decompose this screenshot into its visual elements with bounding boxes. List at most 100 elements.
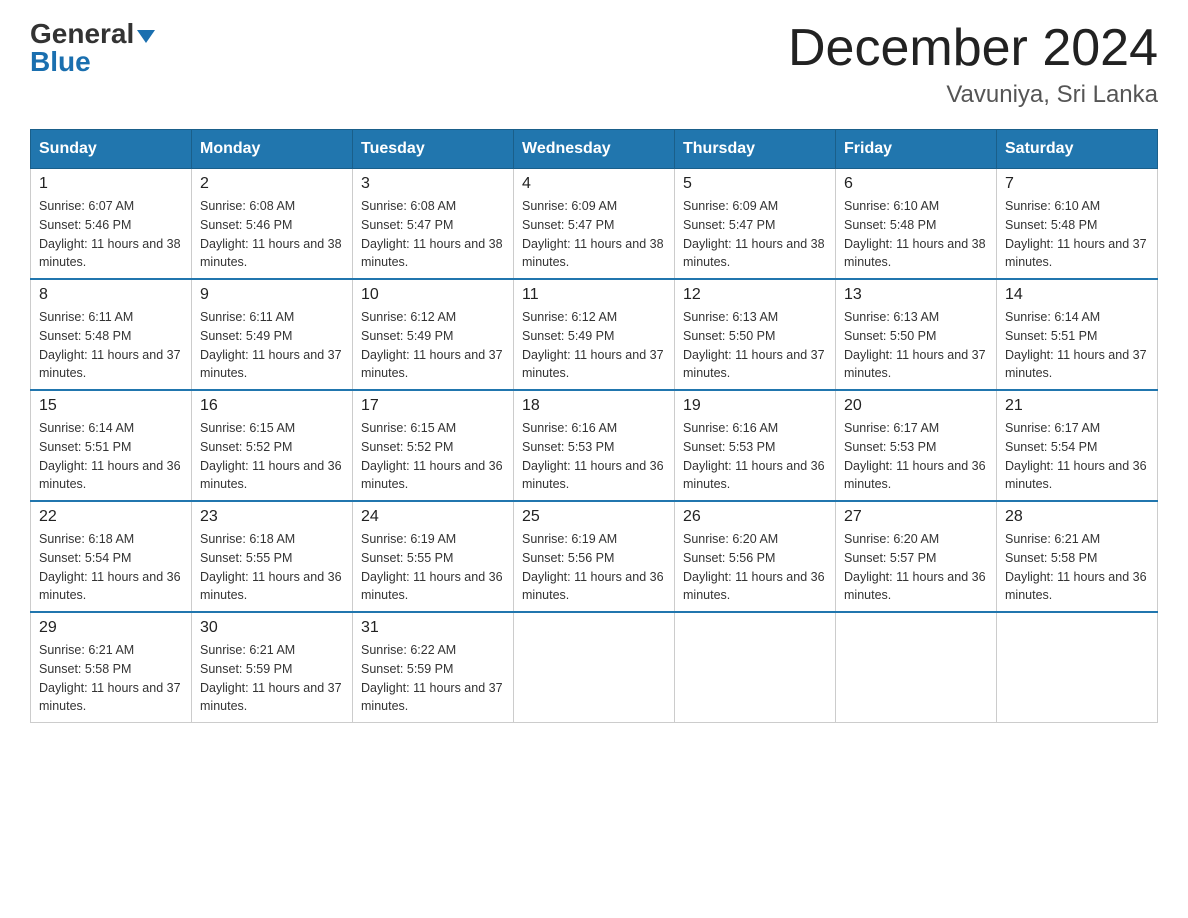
day-info: Sunrise: 6:11 AMSunset: 5:49 PMDaylight:… [200,308,344,383]
day-info: Sunrise: 6:17 AMSunset: 5:53 PMDaylight:… [844,419,988,494]
calendar-week-row: 29Sunrise: 6:21 AMSunset: 5:58 PMDayligh… [31,612,1158,723]
calendar-week-row: 22 Sunrise: 6:18 AMSunset: 5:54 PMDayligh… [31,501,1158,612]
header-monday: Monday [192,130,353,169]
calendar-cell: 14 Sunrise: 6:14 AMSunset: 5:51 PMDayligh… [997,279,1158,390]
day-info: Sunrise: 6:19 AMSunset: 5:56 PMDaylight:… [522,530,666,605]
day-info: Sunrise: 6:07 AMSunset: 5:46 PMDaylight:… [39,197,183,272]
calendar-cell: 23 Sunrise: 6:18 AMSunset: 5:55 PMDayligh… [192,501,353,612]
day-number: 29 [39,619,183,637]
calendar-cell: 22 Sunrise: 6:18 AMSunset: 5:54 PMDayligh… [31,501,192,612]
day-number: 14 [1005,286,1149,304]
day-number: 31 [361,619,505,637]
header-sunday: Sunday [31,130,192,169]
day-number: 23 [200,508,344,526]
day-number: 30 [200,619,344,637]
calendar-cell: 25 Sunrise: 6:19 AMSunset: 5:56 PMDayligh… [514,501,675,612]
day-number: 16 [200,397,344,415]
day-number: 12 [683,286,827,304]
day-info: Sunrise: 6:22 AMSunset: 5:59 PMDaylight:… [361,641,505,716]
day-number: 9 [200,286,344,304]
day-info: Sunrise: 6:15 AMSunset: 5:52 PMDaylight:… [200,419,344,494]
calendar-week-row: 15Sunrise: 6:14 AMSunset: 5:51 PMDayligh… [31,390,1158,501]
calendar-cell [836,612,997,723]
calendar-week-row: 1 Sunrise: 6:07 AMSunset: 5:46 PMDaylight… [31,169,1158,280]
day-number: 22 [39,508,183,526]
day-info: Sunrise: 6:15 AMSunset: 5:52 PMDaylight:… [361,419,505,494]
day-info: Sunrise: 6:12 AMSunset: 5:49 PMDaylight:… [361,308,505,383]
calendar-cell: 7Sunrise: 6:10 AMSunset: 5:48 PMDaylight… [997,169,1158,280]
calendar-cell: 16 Sunrise: 6:15 AMSunset: 5:52 PMDayligh… [192,390,353,501]
day-info: Sunrise: 6:12 AMSunset: 5:49 PMDaylight:… [522,308,666,383]
calendar-cell: 26 Sunrise: 6:20 AMSunset: 5:56 PMDayligh… [675,501,836,612]
calendar-cell: 21 Sunrise: 6:17 AMSunset: 5:54 PMDayligh… [997,390,1158,501]
day-number: 26 [683,508,827,526]
day-info: Sunrise: 6:14 AMSunset: 5:51 PMDaylight:… [39,419,183,494]
day-info: Sunrise: 6:18 AMSunset: 5:55 PMDaylight:… [200,530,344,605]
calendar-cell: 27Sunrise: 6:20 AMSunset: 5:57 PMDayligh… [836,501,997,612]
day-number: 10 [361,286,505,304]
day-number: 24 [361,508,505,526]
header-friday: Friday [836,130,997,169]
day-info: Sunrise: 6:19 AMSunset: 5:55 PMDaylight:… [361,530,505,605]
calendar-cell: 1 Sunrise: 6:07 AMSunset: 5:46 PMDaylight… [31,169,192,280]
day-info: Sunrise: 6:21 AMSunset: 5:59 PMDaylight:… [200,641,344,716]
day-info: Sunrise: 6:09 AMSunset: 5:47 PMDaylight:… [522,197,666,272]
calendar-cell: 8Sunrise: 6:11 AMSunset: 5:48 PMDaylight… [31,279,192,390]
logo: General Blue [30,20,155,76]
calendar-cell: 9 Sunrise: 6:11 AMSunset: 5:49 PMDaylight… [192,279,353,390]
day-number: 2 [200,175,344,193]
day-number: 11 [522,286,666,304]
header-saturday: Saturday [997,130,1158,169]
day-info: Sunrise: 6:13 AMSunset: 5:50 PMDaylight:… [844,308,988,383]
day-info: Sunrise: 6:20 AMSunset: 5:56 PMDaylight:… [683,530,827,605]
day-info: Sunrise: 6:16 AMSunset: 5:53 PMDaylight:… [522,419,666,494]
calendar-cell: 29Sunrise: 6:21 AMSunset: 5:58 PMDayligh… [31,612,192,723]
calendar-week-row: 8Sunrise: 6:11 AMSunset: 5:48 PMDaylight… [31,279,1158,390]
logo-blue-text: Blue [30,48,91,76]
day-info: Sunrise: 6:08 AMSunset: 5:47 PMDaylight:… [361,197,505,272]
calendar-cell: 5 Sunrise: 6:09 AMSunset: 5:47 PMDaylight… [675,169,836,280]
header-thursday: Thursday [675,130,836,169]
header-tuesday: Tuesday [353,130,514,169]
calendar-cell: 10 Sunrise: 6:12 AMSunset: 5:49 PMDayligh… [353,279,514,390]
day-number: 1 [39,175,183,193]
logo-triangle-icon [137,30,155,43]
day-info: Sunrise: 6:10 AMSunset: 5:48 PMDaylight:… [1005,197,1149,272]
day-info: Sunrise: 6:08 AMSunset: 5:46 PMDaylight:… [200,197,344,272]
calendar-cell: 18 Sunrise: 6:16 AMSunset: 5:53 PMDayligh… [514,390,675,501]
header-wednesday: Wednesday [514,130,675,169]
location-title: Vavuniya, Sri Lanka [788,81,1158,109]
day-number: 8 [39,286,183,304]
day-number: 25 [522,508,666,526]
day-info: Sunrise: 6:14 AMSunset: 5:51 PMDaylight:… [1005,308,1149,383]
calendar-table: SundayMondayTuesdayWednesdayThursdayFrid… [30,129,1158,723]
day-number: 5 [683,175,827,193]
calendar-cell: 19Sunrise: 6:16 AMSunset: 5:53 PMDayligh… [675,390,836,501]
calendar-cell: 2 Sunrise: 6:08 AMSunset: 5:46 PMDaylight… [192,169,353,280]
calendar-cell: 28 Sunrise: 6:21 AMSunset: 5:58 PMDayligh… [997,501,1158,612]
calendar-cell: 31 Sunrise: 6:22 AMSunset: 5:59 PMDayligh… [353,612,514,723]
day-number: 3 [361,175,505,193]
calendar-cell: 15Sunrise: 6:14 AMSunset: 5:51 PMDayligh… [31,390,192,501]
day-number: 20 [844,397,988,415]
month-title: December 2024 [788,20,1158,77]
calendar-header-row: SundayMondayTuesdayWednesdayThursdayFrid… [31,130,1158,169]
day-info: Sunrise: 6:21 AMSunset: 5:58 PMDaylight:… [1005,530,1149,605]
day-info: Sunrise: 6:13 AMSunset: 5:50 PMDaylight:… [683,308,827,383]
calendar-cell: 24 Sunrise: 6:19 AMSunset: 5:55 PMDayligh… [353,501,514,612]
calendar-cell: 20 Sunrise: 6:17 AMSunset: 5:53 PMDayligh… [836,390,997,501]
day-number: 19 [683,397,827,415]
logo-general-text: General [30,20,134,48]
calendar-cell: 3 Sunrise: 6:08 AMSunset: 5:47 PMDaylight… [353,169,514,280]
day-number: 21 [1005,397,1149,415]
day-number: 28 [1005,508,1149,526]
day-info: Sunrise: 6:17 AMSunset: 5:54 PMDaylight:… [1005,419,1149,494]
day-info: Sunrise: 6:18 AMSunset: 5:54 PMDaylight:… [39,530,183,605]
day-info: Sunrise: 6:09 AMSunset: 5:47 PMDaylight:… [683,197,827,272]
calendar-cell [675,612,836,723]
day-number: 18 [522,397,666,415]
day-number: 17 [361,397,505,415]
calendar-cell [997,612,1158,723]
day-number: 4 [522,175,666,193]
day-number: 13 [844,286,988,304]
